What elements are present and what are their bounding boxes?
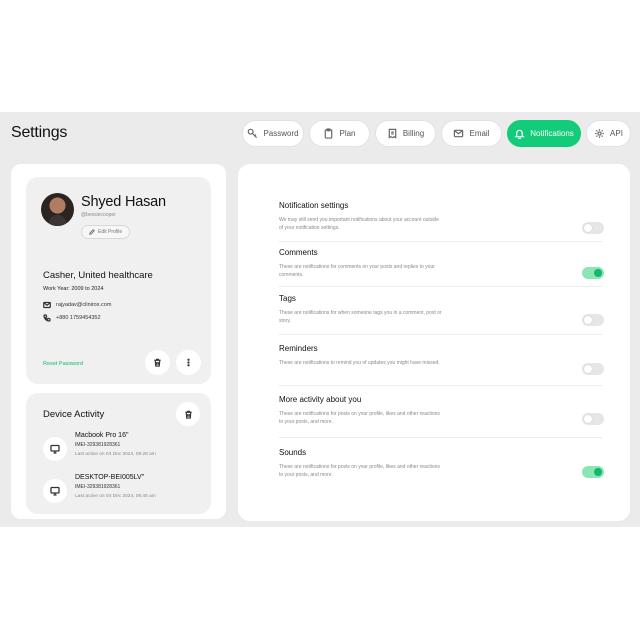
divider <box>279 286 602 287</box>
notification-row: Sounds These are notifications for posts… <box>279 448 605 479</box>
device-last-active: Last active on 04 Dec 2024, 08:28 am <box>75 452 156 457</box>
more-options-button[interactable] <box>176 350 201 375</box>
clipboard-icon <box>325 128 333 139</box>
left-panel: Shyed Hasan @bessiecooper Edit Profile C… <box>11 164 226 519</box>
notification-toggle[interactable] <box>582 267 604 279</box>
receipt-icon <box>388 128 397 139</box>
trash-icon <box>184 410 192 419</box>
notification-title: Notification settings <box>279 201 349 210</box>
page-title: Settings <box>11 124 68 141</box>
notification-title: Reminders <box>279 344 318 353</box>
tab-label: Password <box>263 129 299 138</box>
phone-text: +880 1759454352 <box>56 315 101 321</box>
edit-profile-button[interactable]: Edit Profile <box>81 225 131 239</box>
notification-row: More activity about you These are notifi… <box>279 395 605 426</box>
gear-icon <box>595 129 604 138</box>
clear-devices-button[interactable] <box>176 402 200 426</box>
job-title: Casher, United healthcare <box>43 270 153 281</box>
edit-profile-label: Edit Profile <box>98 229 123 235</box>
notification-title: Comments <box>279 248 318 257</box>
tab-notifications[interactable]: Notifications <box>507 120 581 147</box>
trash-icon <box>154 358 161 367</box>
mail-icon <box>454 129 464 138</box>
notifications-panel: Notification settings We may still send … <box>238 164 630 521</box>
device-name: Macbook Pro 16" <box>75 432 129 439</box>
notification-row: Comments These are notifications for com… <box>279 248 605 279</box>
divider <box>279 334 602 335</box>
divider <box>279 385 602 386</box>
notification-title: Tags <box>279 294 296 303</box>
bell-icon <box>514 129 525 139</box>
device-name: DESKTOP-BEI005LV" <box>75 474 145 481</box>
notification-description: We may still send you important notifica… <box>279 217 439 231</box>
tab-label: API <box>610 129 623 138</box>
settings-app: Settings Password Plan Billing Email Not… <box>0 112 640 527</box>
tab-label: Plan <box>339 129 356 138</box>
notification-description: These are notifications to remind you of… <box>279 360 440 366</box>
device-last-active: Last active on 04 Dec 2024, 06:45 am <box>75 494 156 499</box>
device-item[interactable]: DESKTOP-BEI005LV" IMEI-329381928361 Last… <box>43 474 203 510</box>
contact-email: rajyadav@clinirox.com <box>43 301 111 309</box>
divider <box>279 437 602 438</box>
profile-card: Shyed Hasan @bessiecooper Edit Profile C… <box>26 177 211 384</box>
email-text: rajyadav@clinirox.com <box>56 302 112 308</box>
key-icon <box>248 128 258 139</box>
notification-toggle[interactable] <box>582 363 604 375</box>
tab-email[interactable]: Email <box>441 120 502 147</box>
notification-row: Tags These are notifications for when so… <box>279 294 605 326</box>
tab-password[interactable]: Password <box>242 120 304 147</box>
tab-label: Notifications <box>530 129 574 138</box>
notification-description: These are notifications for posts on you… <box>279 411 440 425</box>
device-imei: IMEI-329381928361 <box>75 484 121 490</box>
more-vertical-icon <box>187 358 190 367</box>
notification-title: More activity about you <box>279 395 362 404</box>
device-activity-title: Device Activity <box>43 409 105 420</box>
divider <box>279 241 602 242</box>
device-imei: IMEI-329381928361 <box>75 442 121 448</box>
work-year: Work Year: 2009 to 2024 <box>43 286 104 292</box>
notification-description: These are notifications for posts on you… <box>279 464 440 478</box>
pencil-icon <box>89 229 95 235</box>
phone-icon <box>43 314 51 322</box>
notification-toggle[interactable] <box>582 466 604 478</box>
notification-row: Reminders These are notifications to rem… <box>279 344 605 375</box>
notification-description: These are notifications for when someone… <box>279 310 442 324</box>
notification-title: Sounds <box>279 448 307 457</box>
device-item[interactable]: Macbook Pro 16" IMEI-329381928361 Last a… <box>43 432 203 468</box>
notification-toggle[interactable] <box>582 222 604 234</box>
profile-handle: @bessiecooper <box>81 212 116 218</box>
mail-icon <box>43 301 51 309</box>
monitor-icon <box>43 479 67 503</box>
tab-label: Billing <box>402 129 425 138</box>
tab-billing[interactable]: Billing <box>375 120 436 147</box>
device-activity-card: Device Activity Macbook Pro 16" IMEI-329… <box>26 393 211 514</box>
profile-name: Shyed Hasan <box>81 194 166 210</box>
tab-plan[interactable]: Plan <box>309 120 370 147</box>
tab-api[interactable]: API <box>586 120 631 147</box>
notification-row: Notification settings We may still send … <box>279 201 605 234</box>
notification-toggle[interactable] <box>582 314 604 326</box>
settings-tabs: Password Plan Billing Email Notification… <box>242 120 631 147</box>
delete-profile-button[interactable] <box>145 350 170 375</box>
notification-toggle[interactable] <box>582 413 604 425</box>
avatar <box>41 193 74 226</box>
monitor-icon <box>43 437 67 461</box>
notification-description: These are notifications for comments on … <box>279 264 435 278</box>
reset-password-link[interactable]: Reset Password <box>43 361 83 367</box>
tab-label: Email <box>469 129 490 138</box>
contact-phone: +880 1759454352 <box>43 314 101 322</box>
